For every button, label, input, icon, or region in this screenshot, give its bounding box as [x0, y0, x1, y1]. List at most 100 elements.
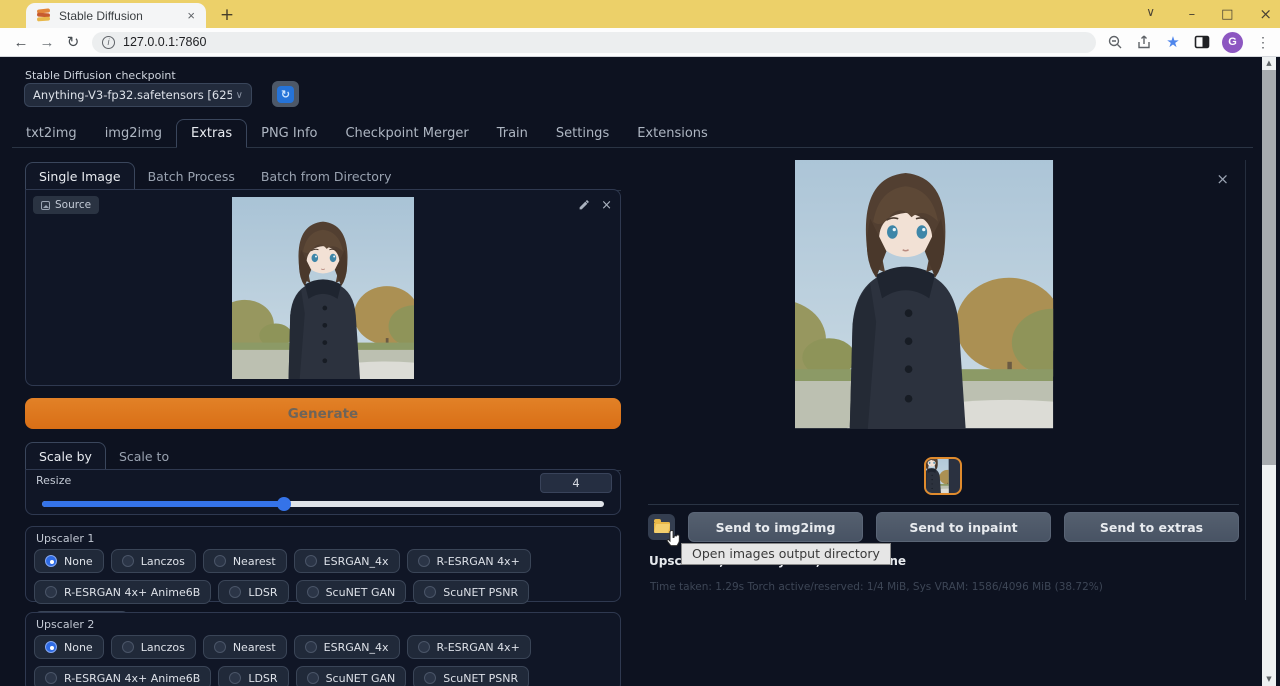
- upscaler1-ldsr[interactable]: LDSR: [218, 580, 288, 604]
- browser-titlebar: Stable Diffusion × + ∨ – □ ×: [0, 0, 1280, 28]
- tab-extras[interactable]: Extras: [176, 119, 247, 148]
- upscaler1-scunet-psnr[interactable]: ScuNET PSNR: [413, 580, 529, 604]
- send-to-extras-button[interactable]: Send to extras: [1064, 512, 1239, 542]
- tab-png-info[interactable]: PNG Info: [247, 120, 331, 147]
- radio-icon: [418, 641, 430, 653]
- tab-search-chevron-icon[interactable]: ∨: [1146, 5, 1155, 19]
- radio-icon: [45, 555, 57, 567]
- resize-block: Resize 4: [25, 469, 621, 515]
- clear-image-icon[interactable]: ×: [601, 198, 612, 213]
- refresh-checkpoints-button[interactable]: ↻: [272, 81, 299, 107]
- source-image-dropzone[interactable]: Source ×: [25, 189, 621, 386]
- radio-icon: [229, 586, 241, 598]
- upscaler2-r-esrgan-anime6b[interactable]: R-ESRGAN 4x+ Anime6B: [34, 666, 211, 686]
- upscaler2-esrgan-4x[interactable]: ESRGAN_4x: [294, 635, 400, 659]
- tab-scale-to[interactable]: Scale to: [106, 443, 182, 470]
- window-close-button[interactable]: ×: [1259, 5, 1272, 23]
- upscaler2-r-esrgan-4x[interactable]: R-ESRGAN 4x+: [407, 635, 531, 659]
- scrollbar-thumb[interactable]: [1262, 70, 1276, 465]
- tab-batch-from-directory[interactable]: Batch from Directory: [248, 163, 405, 190]
- slider-fill: [42, 501, 284, 507]
- window-edge: [1276, 57, 1280, 686]
- upscaler2-ldsr[interactable]: LDSR: [218, 666, 288, 686]
- send-to-inpaint-button[interactable]: Send to inpaint: [876, 512, 1051, 542]
- forward-button[interactable]: →: [34, 34, 60, 51]
- performance-text: Time taken: 1.29s Torch active/reserved:…: [650, 581, 1103, 593]
- browser-menu-icon[interactable]: ⋮: [1254, 33, 1272, 51]
- send-to-img2img-button[interactable]: Send to img2img: [688, 512, 863, 542]
- close-gallery-icon[interactable]: ×: [1216, 170, 1229, 188]
- upscaler1-lanczos[interactable]: Lanczos: [111, 549, 196, 573]
- browser-tab[interactable]: Stable Diffusion ×: [26, 3, 206, 28]
- tab-scale-by[interactable]: Scale by: [25, 442, 106, 471]
- upscaler1-none[interactable]: None: [34, 549, 104, 573]
- site-info-icon[interactable]: i: [102, 36, 115, 49]
- back-button[interactable]: ←: [8, 34, 34, 51]
- upscaler2-scunet-psnr[interactable]: ScuNET PSNR: [413, 666, 529, 686]
- radio-icon: [45, 672, 57, 684]
- window-minimize-button[interactable]: –: [1189, 7, 1196, 22]
- radio-icon: [307, 672, 319, 684]
- result-image[interactable]: [795, 160, 1090, 453]
- upscaler1-nearest[interactable]: Nearest: [203, 549, 287, 573]
- resize-slider[interactable]: [42, 501, 604, 507]
- upscaler2-none[interactable]: None: [34, 635, 104, 659]
- radio-icon: [214, 641, 226, 653]
- extras-sub-tab-bar: Single Image Batch Process Batch from Di…: [25, 162, 621, 191]
- edit-image-icon[interactable]: [578, 196, 591, 215]
- upscaler1-r-esrgan-anime6b[interactable]: R-ESRGAN 4x+ Anime6B: [34, 580, 211, 604]
- tab-extensions[interactable]: Extensions: [623, 120, 722, 147]
- refresh-icon: ↻: [277, 86, 294, 103]
- tab-batch-process[interactable]: Batch Process: [135, 163, 248, 190]
- screen: Stable Diffusion × + ∨ – □ × ← → ↻ i 127…: [0, 0, 1280, 686]
- tab-settings[interactable]: Settings: [542, 120, 623, 147]
- zoom-out-icon[interactable]: [1106, 33, 1124, 51]
- window-maximize-button[interactable]: □: [1221, 7, 1233, 22]
- image-icon: [41, 201, 50, 210]
- panel-border: [1245, 160, 1246, 600]
- tab-checkpoint-merger[interactable]: Checkpoint Merger: [331, 120, 482, 147]
- address-bar[interactable]: i 127.0.0.1:7860: [92, 32, 1096, 53]
- source-badge-label: Source: [55, 199, 91, 211]
- profile-avatar[interactable]: G: [1222, 32, 1243, 53]
- upscaler-2-group: Upscaler 2 None Lanczos Nearest ESRGAN_4…: [25, 612, 621, 686]
- tab-single-image[interactable]: Single Image: [25, 162, 135, 191]
- upscaler1-r-esrgan-4x[interactable]: R-ESRGAN 4x+: [407, 549, 531, 573]
- mouse-cursor-icon: [664, 528, 683, 554]
- checkpoint-dropdown[interactable]: Anything-V3-fp32.safetensors [625a2ba2] …: [24, 83, 252, 107]
- tab-img2img[interactable]: img2img: [91, 120, 176, 147]
- upscaler1-esrgan-4x[interactable]: ESRGAN_4x: [294, 549, 400, 573]
- result-thumbnail[interactable]: [924, 457, 962, 495]
- upscaler2-scunet-gan[interactable]: ScuNET GAN: [296, 666, 407, 686]
- browser-toolbar: ← → ↻ i 127.0.0.1:7860 ★ G ⋮: [0, 28, 1280, 57]
- scale-tab-bar: Scale by Scale to: [25, 442, 621, 471]
- side-panel-icon[interactable]: [1193, 33, 1211, 51]
- scroll-up-icon[interactable]: ▲: [1262, 57, 1276, 70]
- stable-diffusion-webui: Stable Diffusion checkpoint Anything-V3-…: [0, 57, 1280, 686]
- resize-value-input[interactable]: 4: [540, 473, 612, 493]
- tab-txt2img[interactable]: txt2img: [12, 120, 91, 147]
- slider-handle[interactable]: [277, 497, 291, 511]
- generate-button[interactable]: Generate: [25, 398, 621, 429]
- radio-icon: [418, 555, 430, 567]
- url-text: 127.0.0.1:7860: [123, 35, 206, 49]
- share-icon[interactable]: [1135, 33, 1153, 51]
- tab-train[interactable]: Train: [483, 120, 542, 147]
- upscaler2-lanczos[interactable]: Lanczos: [111, 635, 196, 659]
- page-scrollbar[interactable]: ▲ ▼: [1262, 57, 1276, 686]
- radio-icon: [229, 672, 241, 684]
- folder-tooltip: Open images output directory: [681, 543, 891, 565]
- scroll-down-icon[interactable]: ▼: [1262, 673, 1276, 686]
- tab-close-icon[interactable]: ×: [184, 8, 198, 23]
- stable-diffusion-favicon-icon: [36, 8, 51, 23]
- upscaler-1-label: Upscaler 1: [36, 532, 612, 545]
- reload-button[interactable]: ↻: [60, 33, 86, 51]
- radio-icon: [424, 672, 436, 684]
- bookmark-star-icon[interactable]: ★: [1164, 33, 1182, 51]
- upscaler1-scunet-gan[interactable]: ScuNET GAN: [296, 580, 407, 604]
- browser-tab-title: Stable Diffusion: [59, 9, 184, 23]
- new-tab-button[interactable]: +: [216, 5, 238, 25]
- radio-icon: [305, 641, 317, 653]
- upscaler2-nearest[interactable]: Nearest: [203, 635, 287, 659]
- radio-icon: [214, 555, 226, 567]
